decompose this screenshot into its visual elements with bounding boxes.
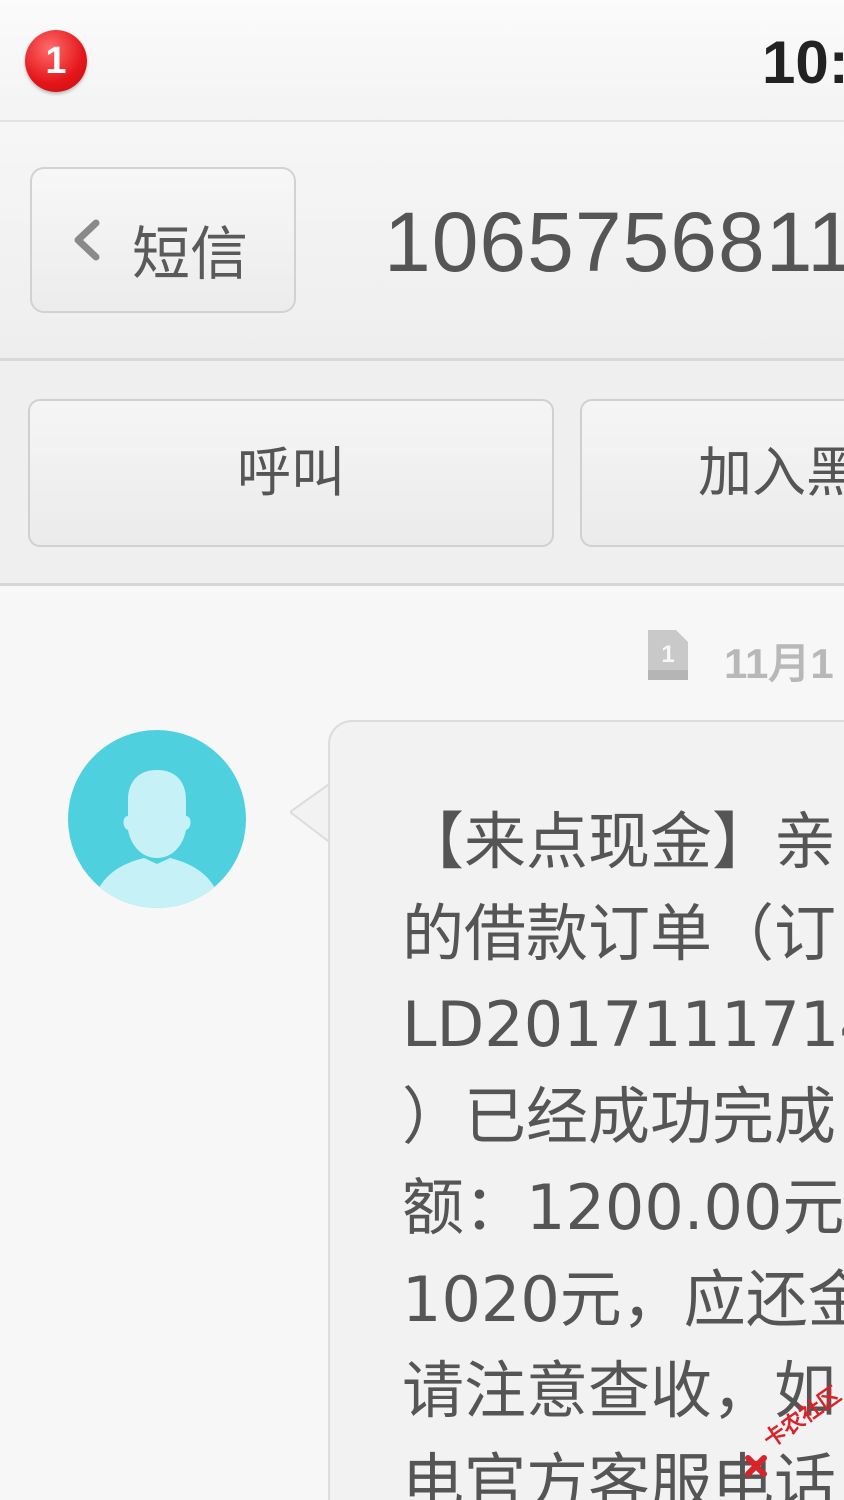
sim-slot-number: 1 (661, 641, 674, 668)
message-line: 额：1200.00元， (402, 1171, 844, 1244)
status-clock: 10: (762, 29, 844, 96)
message-line: 的借款订单（订 (402, 896, 837, 970)
conversation-header: 短信 1065756811 (0, 122, 844, 361)
message-line: ）已经成功完成 (402, 1079, 837, 1153)
chevron-left-icon (74, 219, 100, 261)
bubble-tail (290, 782, 332, 845)
message-line: LD20171117144 (402, 988, 844, 1061)
action-bar: 呼叫 加入黑 (0, 361, 844, 586)
message-thread[interactable]: 1 11月1 【来点现金】亲的借款订单（订 LD20171117144 ）已经成功完… (0, 586, 844, 1500)
add-to-blacklist-button[interactable]: 加入黑 (580, 399, 844, 547)
call-button[interactable]: 呼叫 (28, 399, 554, 547)
avatar[interactable] (68, 730, 246, 908)
contact-number: 1065756811 (384, 195, 844, 289)
timestamp-text: 11月1 (724, 640, 834, 687)
person-icon (98, 770, 216, 908)
message-body: 【来点现金】亲的借款订单（订 LD20171117144 ）已经成功完成额：1200… (402, 796, 844, 1500)
message-bubble[interactable]: 【来点现金】亲的借款订单（订 LD20171117144 ）已经成功完成额：1200… (328, 720, 844, 1500)
sim-card-icon: 1 (648, 630, 688, 680)
back-button-label: 短信 (132, 220, 249, 288)
status-bar: 1 10: (0, 0, 844, 122)
message-line: 1020元，应还金 (402, 1262, 844, 1336)
message-line: 【来点现金】亲 (402, 805, 837, 878)
notification-badge[interactable]: 1 (25, 30, 87, 92)
back-button[interactable]: 短信 (30, 167, 296, 313)
